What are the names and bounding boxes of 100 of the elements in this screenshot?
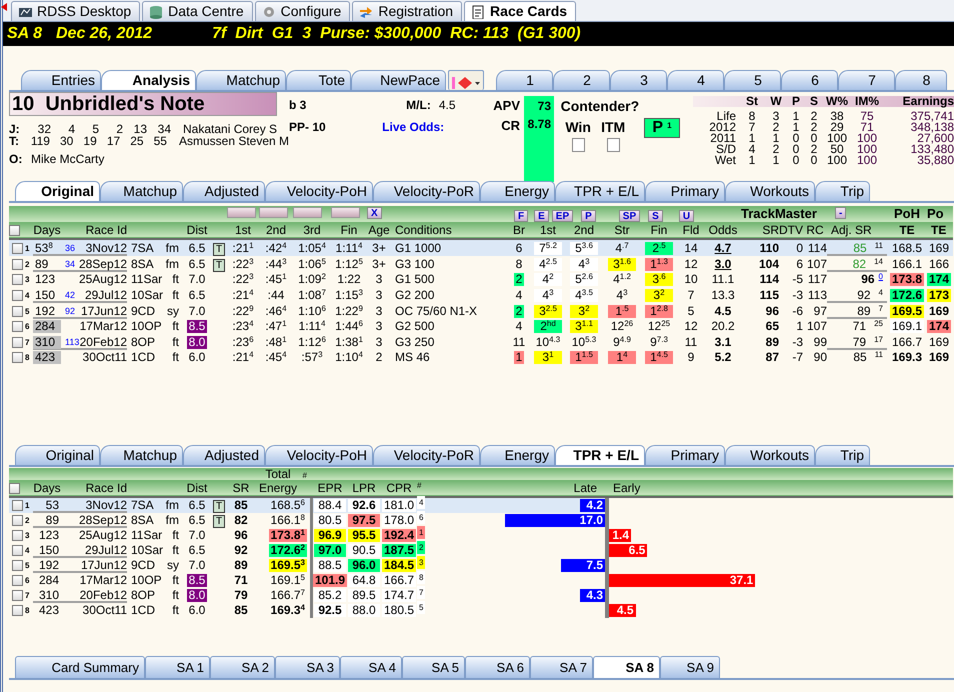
post-position: 8 xyxy=(514,258,524,270)
filter-button[interactable]: U xyxy=(678,210,694,222)
view-tab[interactable]: Tote xyxy=(286,70,351,90)
view-tab[interactable]: Adjusted xyxy=(183,181,265,201)
filter-button[interactable]: F xyxy=(514,210,528,222)
view-tab[interactable]: Primary xyxy=(645,445,725,465)
view-tab[interactable]: Velocity-PoH xyxy=(265,181,373,201)
row-checkbox[interactable] xyxy=(12,530,22,542)
filter-button[interactable]: P xyxy=(581,210,596,222)
view-tab[interactable]: Matchup xyxy=(100,445,183,465)
call-position: 3$^{2}$ xyxy=(645,288,673,302)
card-tab[interactable]: SA 8 xyxy=(593,656,660,678)
filter-button[interactable]: S xyxy=(648,210,663,222)
card-tab[interactable]: SA 2 xyxy=(210,656,275,678)
card-tab[interactable]: Card Summary xyxy=(15,656,145,678)
view-tab[interactable]: Velocity-PoH xyxy=(265,445,373,465)
race-date: 28Sep12 xyxy=(78,256,127,270)
row-checkbox[interactable] xyxy=(12,590,22,602)
card-tab[interactable]: SA 5 xyxy=(402,656,465,678)
card-tab[interactable]: SA 6 xyxy=(465,656,530,678)
view-tab[interactable]: NewPace xyxy=(351,70,446,90)
view-tab[interactable]: Energy xyxy=(480,181,555,201)
view-tab[interactable]: Trip xyxy=(815,181,870,201)
dtv-value: -5 xyxy=(792,272,803,286)
rating-note: 11 xyxy=(874,240,883,250)
conditions: MS 46 xyxy=(394,350,430,364)
row-checkbox[interactable] xyxy=(12,575,22,586)
row-checkbox[interactable] xyxy=(12,242,22,254)
filter-button[interactable]: E xyxy=(534,210,549,222)
app-tab[interactable]: Data Centre xyxy=(142,1,253,21)
program-tab[interactable]: 2 xyxy=(553,70,610,90)
app-tab[interactable]: Race Cards xyxy=(464,1,576,21)
program-tab[interactable]: 5 xyxy=(724,70,781,90)
card-tab[interactable]: SA 1 xyxy=(145,656,210,678)
call-position: 2$^{.5}$ xyxy=(645,242,673,254)
filter-button[interactable]: EP xyxy=(552,210,574,222)
card-tab[interactable]: SA 7 xyxy=(530,656,593,678)
distance: 8.0 xyxy=(186,336,208,348)
collapse-button[interactable]: - xyxy=(835,207,846,219)
contender-checkbox[interactable] xyxy=(572,138,585,152)
row-checkbox[interactable] xyxy=(12,306,22,317)
filter-button[interactable]: SP xyxy=(618,210,640,222)
sort-dropdown-button[interactable] xyxy=(448,70,484,90)
view-tab[interactable]: Adjusted xyxy=(183,445,265,465)
header-checkbox[interactable] xyxy=(9,224,20,236)
row-checkbox[interactable] xyxy=(12,500,22,512)
row-number: 6 xyxy=(25,576,30,585)
blank-button[interactable] xyxy=(259,207,288,218)
row-checkbox[interactable] xyxy=(12,352,22,364)
blank-button[interactable] xyxy=(293,207,322,218)
contender-checkbox[interactable] xyxy=(606,138,620,152)
row-checkbox[interactable] xyxy=(12,321,22,332)
view-tab[interactable]: Entries xyxy=(21,70,101,90)
view-tab[interactable]: Matchup xyxy=(196,70,286,90)
program-tab[interactable]: 7 xyxy=(838,70,895,90)
clear-filter-button[interactable]: X xyxy=(367,207,382,219)
race-date: 17Jun12 xyxy=(80,558,127,572)
table-cell: 1 xyxy=(792,120,800,134)
view-tab[interactable]: TPR + E/L xyxy=(555,181,645,201)
row-checkbox[interactable] xyxy=(12,605,22,616)
card-tab[interactable]: SA 4 xyxy=(340,656,402,678)
program-tab[interactable]: 3 xyxy=(610,70,667,90)
view-tab[interactable]: Velocity-PoR xyxy=(373,181,480,201)
speed-rating: 114 xyxy=(760,272,779,286)
blank-button[interactable] xyxy=(331,207,360,218)
app-tab[interactable]: Configure xyxy=(254,1,350,21)
pick-button[interactable]: P $^{1}$ xyxy=(644,118,680,138)
view-tab[interactable]: Velocity-PoR xyxy=(373,445,480,465)
column-header: DTV xyxy=(779,222,803,236)
view-tab[interactable]: Workouts xyxy=(725,181,815,201)
row-checkbox[interactable] xyxy=(12,560,22,572)
header-checkbox[interactable] xyxy=(9,482,20,494)
column-header: Race Id xyxy=(86,222,127,236)
view-tab[interactable]: Workouts xyxy=(725,445,815,465)
row-checkbox[interactable] xyxy=(12,336,22,348)
row-checkbox[interactable] xyxy=(12,274,22,286)
rating-link[interactable]: 0 xyxy=(878,272,883,282)
view-tab[interactable]: Primary xyxy=(645,181,725,201)
app-tab[interactable]: RDSS Desktop xyxy=(11,1,140,21)
program-tab[interactable]: 8 xyxy=(895,70,947,90)
program-tab[interactable]: 4 xyxy=(667,70,724,90)
row-checkbox[interactable] xyxy=(12,515,22,526)
view-tab[interactable]: Energy xyxy=(480,445,555,465)
app-tab[interactable]: Registration xyxy=(352,1,462,21)
program-tab[interactable]: 6 xyxy=(781,70,838,90)
view-tab[interactable]: Original xyxy=(15,181,100,201)
view-tab[interactable]: TPR + E/L xyxy=(555,445,645,465)
view-tab[interactable]: Matchup xyxy=(100,181,183,201)
card-tab[interactable]: SA 3 xyxy=(275,656,340,678)
blank-button[interactable] xyxy=(227,207,256,218)
call-position: 1$^{4}$ xyxy=(608,351,636,364)
row-checkbox[interactable] xyxy=(12,258,22,270)
view-tab[interactable]: Trip xyxy=(815,445,870,465)
program-tab[interactable]: 1 xyxy=(496,70,553,90)
row-checkbox[interactable] xyxy=(12,290,22,301)
column-header: TE xyxy=(899,222,915,236)
card-tab[interactable]: SA 9 xyxy=(660,656,720,678)
view-tab[interactable]: Original xyxy=(15,445,100,465)
view-tab[interactable]: Analysis xyxy=(101,70,196,90)
row-checkbox[interactable] xyxy=(12,545,22,556)
